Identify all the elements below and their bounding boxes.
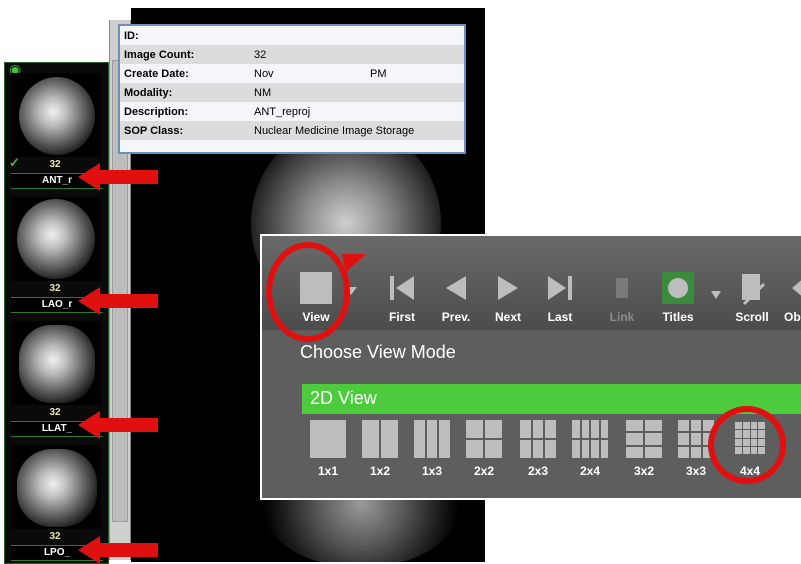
prev-icon xyxy=(446,276,466,300)
red-arrow-annotation xyxy=(78,536,158,564)
chevron-down-icon[interactable] xyxy=(710,290,722,300)
layout-2x2-icon xyxy=(466,420,502,458)
layout-2x4-option[interactable]: 2x4 xyxy=(568,420,612,484)
titles-button[interactable]: Titles xyxy=(652,250,704,330)
oblique-button[interactable]: Obl xyxy=(778,250,801,330)
next-label: Next xyxy=(494,310,521,324)
layout-2x2-option[interactable]: 2x2 xyxy=(462,420,506,484)
series-info-tooltip: ID: Image Count: 32 Create Date: Nov PM Mod… xyxy=(118,24,466,154)
link-icon xyxy=(616,278,628,298)
oblique-icon xyxy=(792,280,801,296)
info-row-create-date: Create Date: Nov PM xyxy=(124,67,387,80)
layout-label: 2x3 xyxy=(527,464,549,478)
layout-1x1-option[interactable]: 1x1 xyxy=(306,420,350,484)
next-icon xyxy=(498,276,518,300)
info-row-image-count: Image Count: 32 xyxy=(120,45,464,64)
layout-label: 2x2 xyxy=(473,464,495,478)
2d-view-section-header[interactable]: 2D View xyxy=(302,384,801,414)
series-image xyxy=(11,197,101,281)
link-button[interactable]: Link xyxy=(596,250,648,330)
view-mode-panel: View First Prev. Next Last Link Titles S… xyxy=(260,234,801,500)
first-button[interactable]: First xyxy=(376,250,428,330)
next-button[interactable]: Next xyxy=(482,250,534,330)
first-label: First xyxy=(388,310,415,324)
last-icon xyxy=(548,276,572,300)
titles-icon xyxy=(662,272,694,304)
info-row-modality: Modality: NM xyxy=(120,83,464,102)
red-arrow-annotation xyxy=(78,163,158,191)
oblique-label: Obl xyxy=(784,310,801,324)
prev-label: Prev. xyxy=(441,310,471,324)
series-info-table: ID: Image Count: 32 Create Date: Nov PM Mod… xyxy=(120,26,464,140)
info-row-id: ID: xyxy=(124,29,139,42)
scroll-button[interactable]: Scroll xyxy=(726,250,778,330)
first-icon xyxy=(390,276,414,300)
info-row-description: Description: ANT_reproj xyxy=(124,105,311,118)
last-button[interactable]: Last xyxy=(534,250,586,330)
layout-1x3-icon xyxy=(414,420,450,458)
layout-label: 2x4 xyxy=(579,464,601,478)
2d-view-label: 2D View xyxy=(310,388,377,408)
layout-label: 3x2 xyxy=(633,464,655,478)
series-image xyxy=(11,321,101,405)
layout-1x2-option[interactable]: 1x2 xyxy=(358,420,402,484)
layout-2x3-option[interactable]: 2x3 xyxy=(516,420,560,484)
create-date-suffix: PM xyxy=(370,67,387,80)
layout-2x4-icon xyxy=(572,420,608,458)
last-label: Last xyxy=(547,310,573,324)
layout-1x1-icon xyxy=(310,420,346,458)
red-arrow-annotation xyxy=(78,287,158,315)
link-label: Link xyxy=(609,310,635,324)
scroll-label: Scroll xyxy=(735,310,769,324)
red-arrow-annotation xyxy=(78,411,158,439)
layout-label: 1x1 xyxy=(317,464,339,478)
series-image xyxy=(11,445,101,529)
layout-1x2-icon xyxy=(362,420,398,458)
layout-2x3-icon xyxy=(520,420,556,458)
create-date-value: Nov xyxy=(254,67,274,80)
layout-1x3-option[interactable]: 1x3 xyxy=(410,420,454,484)
titles-label: Titles xyxy=(662,310,694,324)
layout-3x2-icon xyxy=(626,420,662,458)
series-image xyxy=(11,73,101,157)
layout-3x2-option[interactable]: 3x2 xyxy=(622,420,666,484)
prev-button[interactable]: Prev. xyxy=(430,250,482,330)
scroll-icon xyxy=(742,274,766,306)
layout-label: 3x3 xyxy=(685,464,707,478)
layout-label: 1x3 xyxy=(421,464,443,478)
highlight-circle xyxy=(708,406,786,484)
info-row-sop-class: SOP Class: Nuclear Medicine Image Storage xyxy=(120,121,464,140)
layout-label: 1x2 xyxy=(369,464,391,478)
highlight-circle xyxy=(266,242,350,342)
choose-view-mode-title: Choose View Mode xyxy=(300,342,456,362)
